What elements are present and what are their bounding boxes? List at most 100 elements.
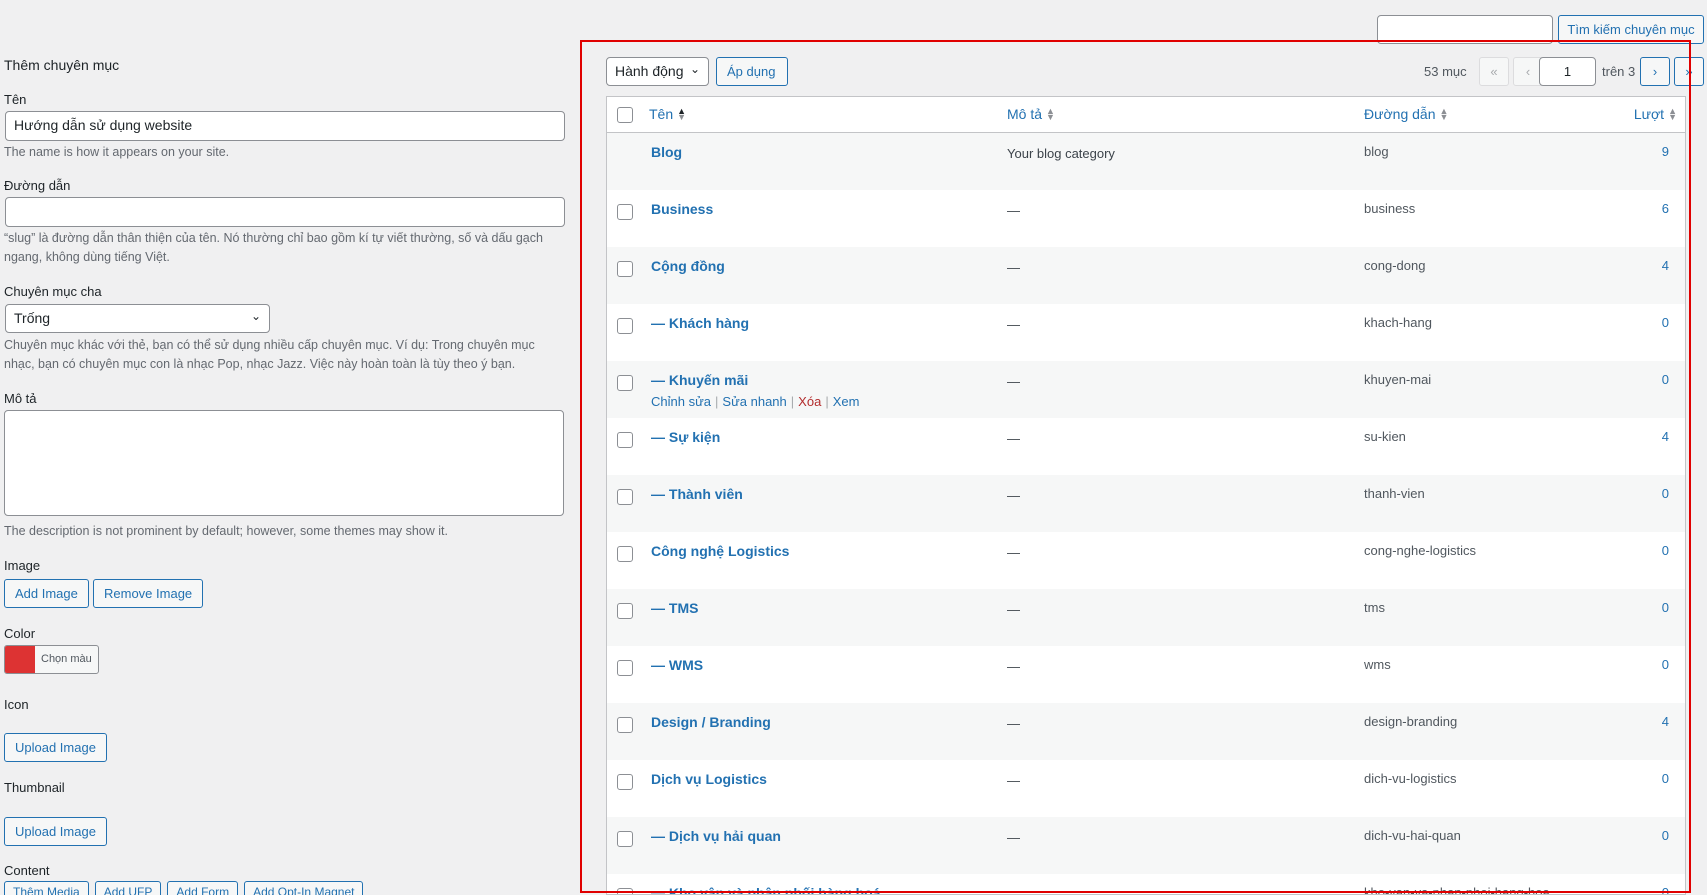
category-name-link[interactable]: — Khuyến mãi: [651, 372, 748, 388]
table-row: — Dịch vụ hải quan — dich-vu-hai-quan 0: [607, 817, 1685, 874]
total-pages: trên 3: [1602, 64, 1636, 79]
category-description: —: [1007, 830, 1020, 845]
table-row: Công nghệ Logistics — cong-nghe-logistic…: [607, 532, 1685, 589]
category-count-link[interactable]: 9: [1662, 144, 1669, 159]
row-checkbox[interactable]: [617, 318, 633, 334]
icon-upload-button[interactable]: Upload Image: [4, 733, 107, 762]
bulk-action-select[interactable]: Hành động ⌄: [606, 57, 709, 86]
bulk-action-value: Hành động: [615, 63, 684, 79]
color-picker-button[interactable]: Chọn màu: [4, 645, 99, 674]
add-form-button[interactable]: Add Form: [167, 881, 239, 895]
search-button[interactable]: Tìm kiếm chuyên mục: [1558, 15, 1704, 44]
category-count-link[interactable]: 0: [1662, 486, 1669, 501]
delete-link[interactable]: Xóa: [798, 394, 821, 409]
category-name-link[interactable]: Dịch vụ Logistics: [651, 771, 767, 787]
add-media-button[interactable]: Thêm Media: [4, 881, 89, 895]
row-checkbox[interactable]: [617, 660, 633, 676]
select-all-checkbox[interactable]: [617, 107, 633, 123]
name-field[interactable]: Hướng dẫn sử dụng website: [5, 111, 565, 141]
apply-button[interactable]: Áp dụng: [716, 57, 788, 86]
last-page-button[interactable]: »: [1674, 57, 1704, 86]
table-row: Business — business 6: [607, 190, 1685, 247]
column-slug[interactable]: Đường dẫn ▲ ▼: [1364, 106, 1448, 122]
row-checkbox[interactable]: [617, 774, 633, 790]
category-description: —: [1007, 317, 1020, 332]
category-name-link[interactable]: — Thành viên: [651, 486, 743, 502]
category-slug: su-kien: [1364, 429, 1406, 444]
sort-icon: ▲ ▼: [1046, 106, 1055, 122]
category-name-link[interactable]: Cộng đồng: [651, 258, 725, 274]
quick-edit-link[interactable]: Sửa nhanh: [722, 394, 786, 409]
category-count-link[interactable]: 0: [1662, 771, 1669, 786]
row-checkbox[interactable]: [617, 831, 633, 847]
table-row: — Kho vận và phân phối hàng hoá — kho-va…: [607, 874, 1685, 894]
chevron-down-icon: ⌄: [250, 309, 261, 323]
category-count-link[interactable]: 4: [1662, 258, 1669, 273]
add-ufp-button[interactable]: Add UFP: [94, 881, 162, 895]
row-checkbox[interactable]: [617, 375, 633, 391]
search-input[interactable]: [1377, 15, 1553, 44]
view-link[interactable]: Xem: [833, 394, 860, 409]
parent-select-value: Trống: [14, 310, 51, 326]
category-name-link[interactable]: — TMS: [651, 600, 698, 616]
row-checkbox[interactable]: [617, 489, 633, 505]
category-count-link[interactable]: 0: [1662, 828, 1669, 843]
category-name-link[interactable]: Blog: [651, 144, 682, 160]
add-image-button[interactable]: Add Image: [4, 579, 89, 608]
sort-icon: ▲ ▼: [677, 106, 687, 122]
current-page-input[interactable]: 1: [1539, 57, 1596, 86]
category-count-link[interactable]: 6: [1662, 201, 1669, 216]
row-checkbox[interactable]: [617, 888, 633, 894]
category-name-link[interactable]: Business: [651, 201, 713, 217]
category-description: —: [1007, 716, 1020, 731]
category-slug: khuyen-mai: [1364, 372, 1432, 387]
row-checkbox[interactable]: [617, 546, 633, 562]
category-description: Your blog category: [1007, 146, 1115, 161]
category-name-link[interactable]: — Khách hàng: [651, 315, 749, 331]
edit-link[interactable]: Chỉnh sửa: [651, 394, 711, 409]
row-checkbox[interactable]: [617, 717, 633, 733]
parent-select[interactable]: Trống ⌄: [5, 304, 270, 333]
category-count-link[interactable]: 0: [1662, 315, 1669, 330]
description-textarea[interactable]: [4, 410, 564, 516]
thumbnail-upload-button[interactable]: Upload Image: [4, 817, 107, 846]
next-page-button[interactable]: ›: [1640, 57, 1670, 86]
row-checkbox[interactable]: [617, 432, 633, 448]
category-name-link[interactable]: — WMS: [651, 657, 703, 673]
color-picker-label: Chọn màu: [41, 653, 92, 665]
column-count[interactable]: Lượt ▲ ▼: [1634, 106, 1677, 122]
table-row: — Khách hàng — khach-hang 0: [607, 304, 1685, 361]
category-count-link[interactable]: 0: [1662, 600, 1669, 615]
category-name-link[interactable]: Design / Branding: [651, 714, 771, 730]
category-count-link[interactable]: 0: [1662, 372, 1669, 387]
category-count-link[interactable]: 4: [1662, 429, 1669, 444]
slug-field[interactable]: [5, 197, 565, 227]
category-name-link[interactable]: — Dịch vụ hải quan: [651, 828, 781, 844]
category-slug: wms: [1364, 657, 1391, 672]
category-count-link[interactable]: 0: [1662, 543, 1669, 558]
category-slug: cong-dong: [1364, 258, 1426, 273]
column-name[interactable]: Tên ▲ ▼: [649, 106, 686, 122]
image-label: Image: [4, 558, 41, 573]
add-category-form: Thêm chuyên mục Tên Hướng dẫn sử dụng we…: [0, 0, 570, 895]
row-checkbox[interactable]: [617, 204, 633, 220]
category-count-link[interactable]: 0: [1662, 657, 1669, 672]
column-description-label: Mô tả: [1007, 106, 1043, 122]
category-name-link[interactable]: Công nghệ Logistics: [651, 543, 789, 559]
row-checkbox[interactable]: [617, 603, 633, 619]
category-name-link[interactable]: — Kho vận và phân phối hàng hoá: [651, 885, 880, 894]
first-page-button[interactable]: «: [1479, 57, 1509, 86]
remove-image-button[interactable]: Remove Image: [93, 579, 204, 608]
table-row: — Khuyến mãi — khuyen-mai 0 Chỉnh sửa | S…: [607, 361, 1685, 418]
name-help: The name is how it appears on your site.: [4, 145, 230, 159]
category-name-link[interactable]: — Sự kiện: [651, 429, 720, 445]
category-count-link[interactable]: 0: [1662, 885, 1669, 894]
row-checkbox[interactable]: [617, 261, 633, 277]
category-count-link[interactable]: 4: [1662, 714, 1669, 729]
color-label: Color: [4, 626, 36, 641]
add-optin-magnet-button[interactable]: Add Opt-In Magnet: [244, 881, 364, 895]
table-row: Blog Your blog category blog 9: [607, 133, 1685, 190]
column-description[interactable]: Mô tả ▲ ▼: [1007, 106, 1055, 122]
content-toolbar: Thêm Media Add UFP Add Form Add Opt-In M…: [4, 881, 364, 895]
chevron-down-icon: ⌄: [689, 62, 700, 76]
